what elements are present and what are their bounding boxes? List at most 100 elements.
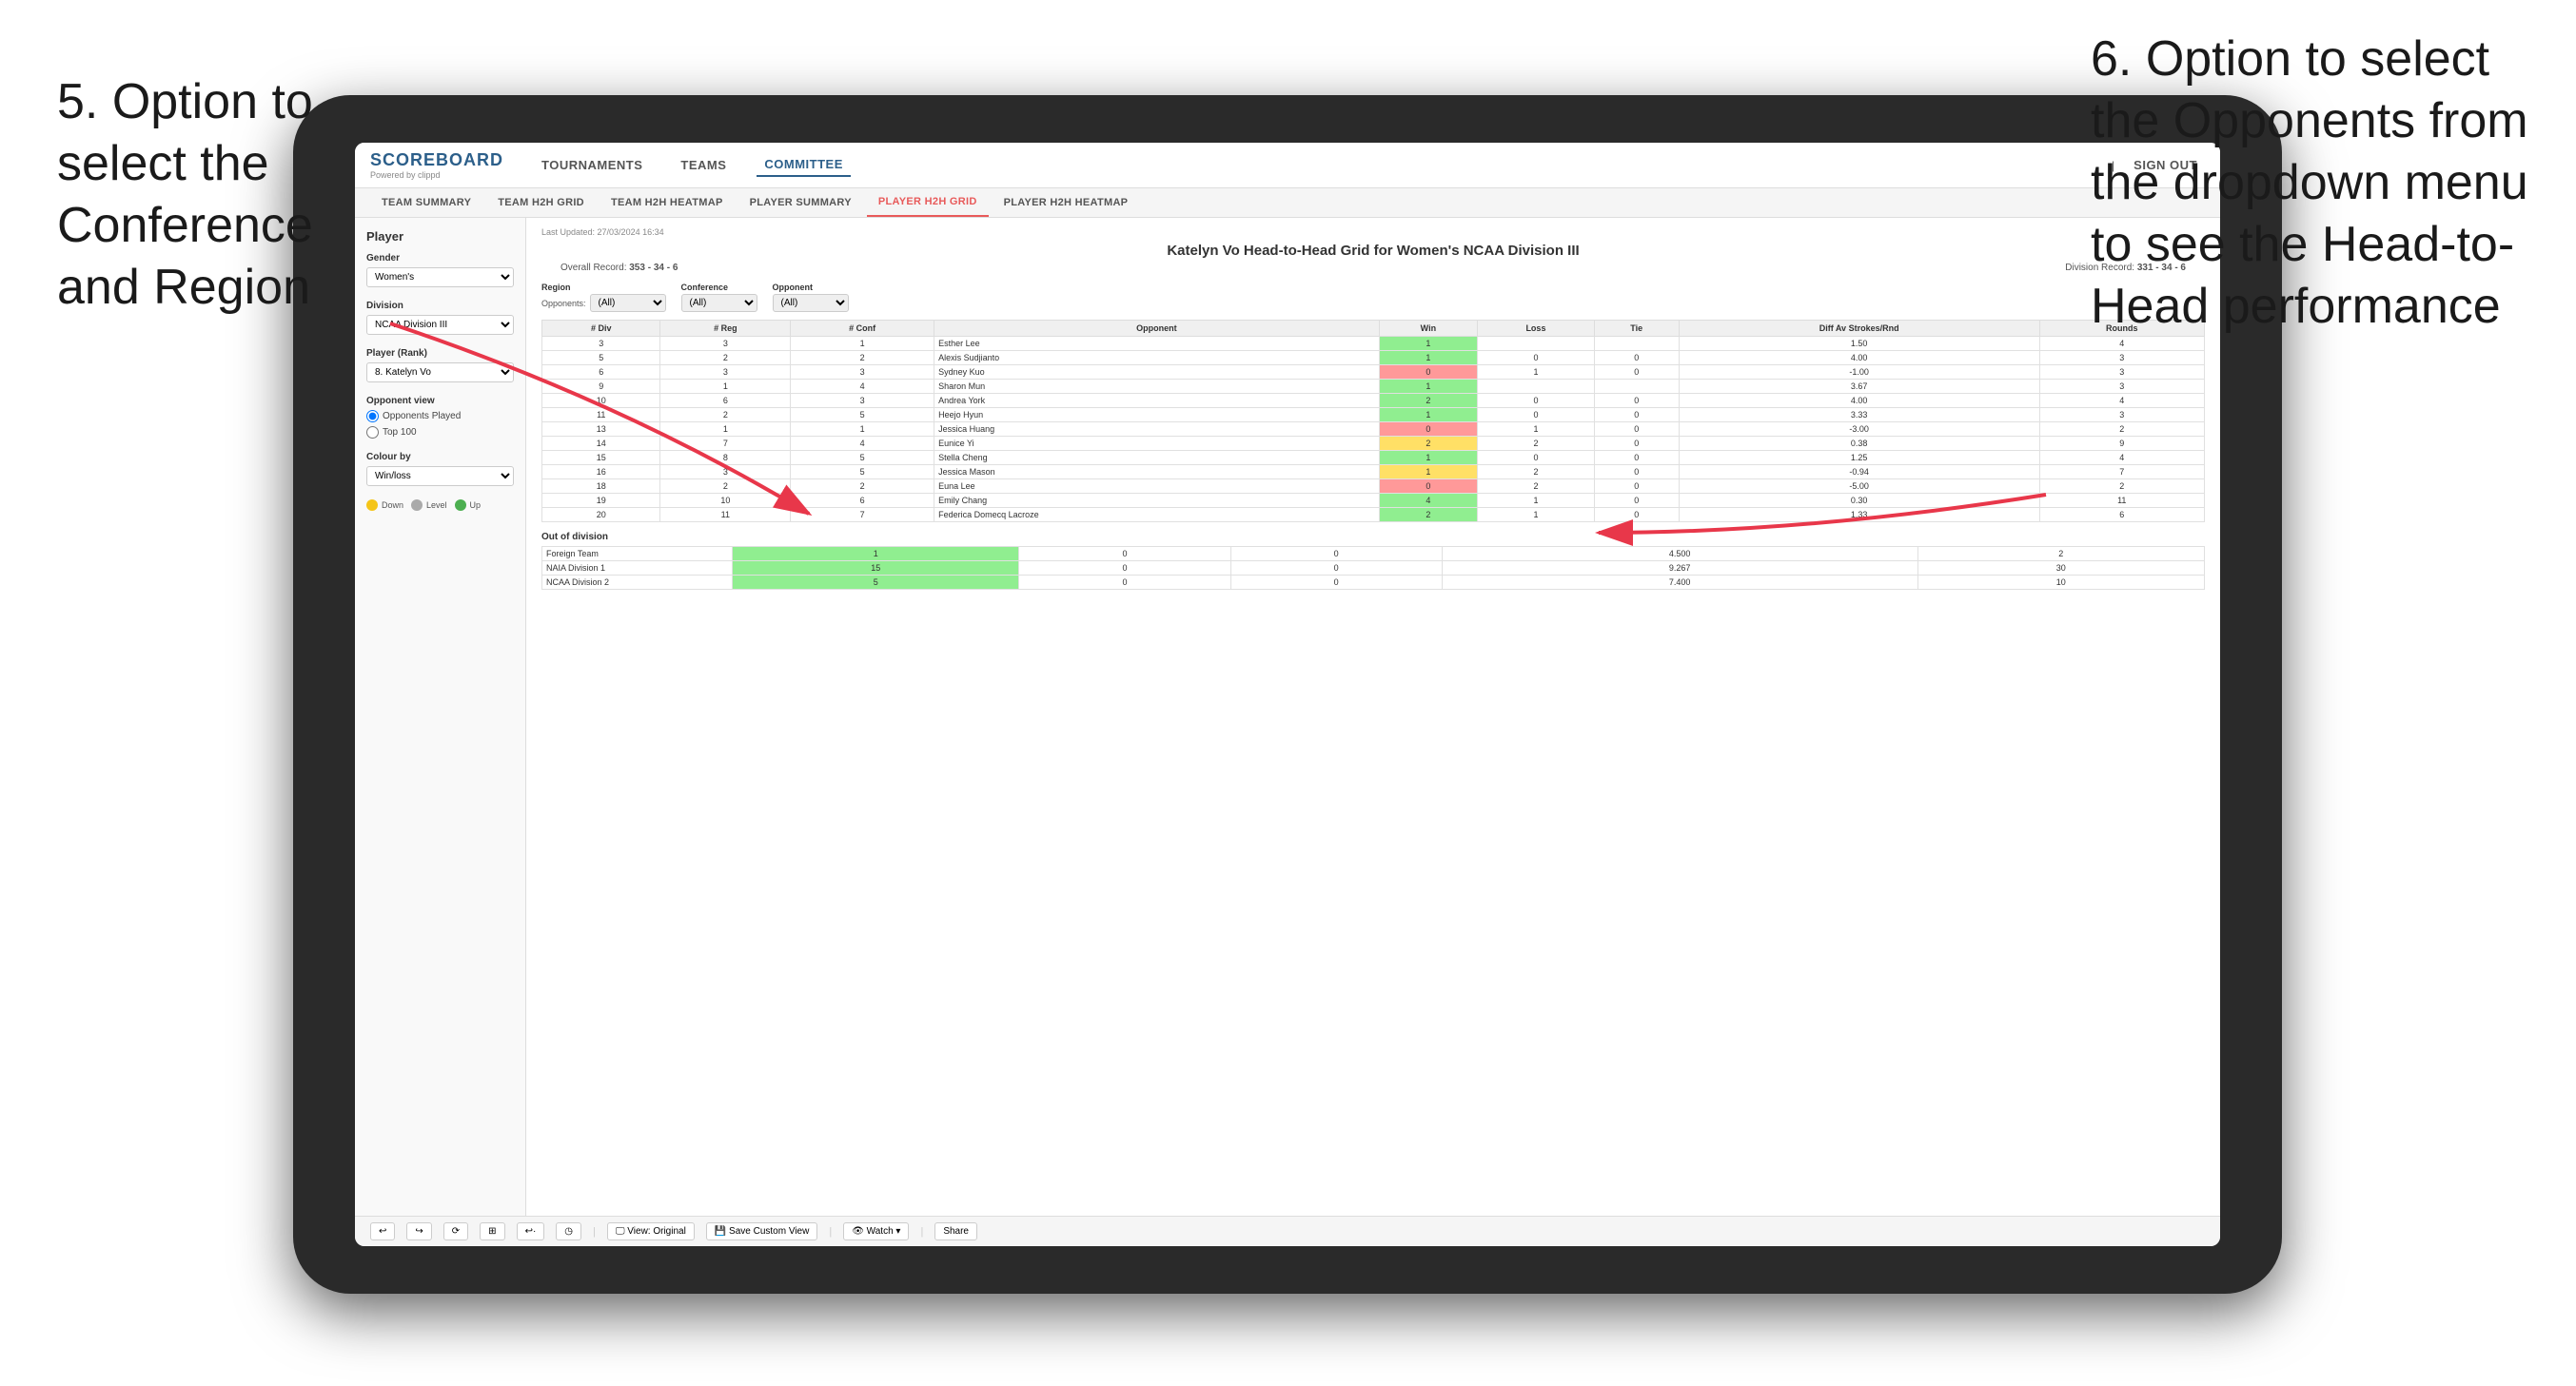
cell-rounds: 9 xyxy=(2039,437,2204,451)
cell-name: Alexis Sudjianto xyxy=(934,351,1379,365)
sidebar-player-section: Player (Rank) 8. Katelyn Vo xyxy=(366,348,514,382)
cell-conf: 7 xyxy=(791,508,934,522)
nav-tournaments[interactable]: TOURNAMENTS xyxy=(534,154,650,176)
cell-reg: 11 xyxy=(660,508,791,522)
legend-up-label: Up xyxy=(470,500,482,510)
cell-conf: 6 xyxy=(791,494,934,508)
save-custom-view-button[interactable]: 💾 Save Custom View xyxy=(706,1222,818,1240)
sidebar-player-label: Player (Rank) xyxy=(366,348,514,359)
cell-name: Federica Domecq Lacroze xyxy=(934,508,1379,522)
grid-button[interactable]: ⊞ xyxy=(480,1222,504,1240)
cell-loss xyxy=(1478,380,1594,394)
filter-region-select[interactable]: (All) xyxy=(590,294,666,312)
cell-win: 1 xyxy=(1379,465,1478,479)
sub-nav-player-summary[interactable]: PLAYER SUMMARY xyxy=(738,189,863,216)
page-title: Katelyn Vo Head-to-Head Grid for Women's… xyxy=(541,243,2205,259)
sidebar-player-select[interactable]: 8. Katelyn Vo xyxy=(366,362,514,382)
ood-cell-loss: 0 xyxy=(1019,547,1230,561)
sub-nav-team-h2h-heatmap[interactable]: TEAM H2H HEATMAP xyxy=(600,189,735,216)
sidebar-colour-select[interactable]: Win/loss xyxy=(366,466,514,486)
cell-name: Sharon Mun xyxy=(934,380,1379,394)
cell-win: 1 xyxy=(1379,351,1478,365)
annotation-right-text: 6. Option to select the Opponents from t… xyxy=(2091,31,2528,334)
ood-cell-win: 5 xyxy=(733,576,1019,590)
cell-conf: 3 xyxy=(791,365,934,380)
ood-cell-tie: 0 xyxy=(1230,547,1442,561)
cell-reg: 2 xyxy=(660,351,791,365)
cell-win: 2 xyxy=(1379,437,1478,451)
annotation-left-text: 5. Option to select the Conference and R… xyxy=(57,74,313,315)
back-button[interactable]: ↩· xyxy=(517,1222,545,1240)
overall-record-label: Overall Record: 353 - 34 - 6 xyxy=(560,263,678,273)
cell-conf: 3 xyxy=(791,394,934,408)
legend-down: Down xyxy=(366,499,403,511)
cell-diff: 4.00 xyxy=(1679,394,2039,408)
cell-diff: -5.00 xyxy=(1679,479,2039,494)
cell-name: Andrea York xyxy=(934,394,1379,408)
cell-win: 1 xyxy=(1379,408,1478,422)
overall-record-value: 353 - 34 - 6 xyxy=(629,263,678,273)
cell-loss: 2 xyxy=(1478,465,1594,479)
table-row: 18 2 2 Euna Lee 0 2 0 -5.00 2 xyxy=(542,479,2205,494)
dot-down xyxy=(366,499,378,511)
filter-row: Region Opponents: (All) Conference (All) xyxy=(541,283,2205,312)
cell-conf: 2 xyxy=(791,479,934,494)
toolbar-sep2: | xyxy=(829,1226,832,1238)
sub-nav-player-h2h-grid[interactable]: PLAYER H2H GRID xyxy=(867,188,989,217)
ood-cell-name: Foreign Team xyxy=(542,547,733,561)
cell-name: Sydney Kuo xyxy=(934,365,1379,380)
table-row: 9 1 4 Sharon Mun 1 3.67 3 xyxy=(542,380,2205,394)
cell-tie: 0 xyxy=(1594,365,1679,380)
cell-loss: 0 xyxy=(1478,394,1594,408)
nav-committee[interactable]: COMMITTEE xyxy=(757,153,851,177)
share-button[interactable]: Share xyxy=(934,1222,977,1240)
cell-reg: 6 xyxy=(660,394,791,408)
th-reg: # Reg xyxy=(660,321,791,337)
data-table: # Div # Reg # Conf Opponent Win Loss Tie… xyxy=(541,320,2205,522)
filter-region-group: Region Opponents: (All) xyxy=(541,283,666,312)
ood-table-row: NAIA Division 1 15 0 0 9.267 30 xyxy=(542,561,2205,576)
cell-rounds: 3 xyxy=(2039,380,2204,394)
sub-nav-team-h2h-grid[interactable]: TEAM H2H GRID xyxy=(486,189,596,216)
radio-top100[interactable]: Top 100 xyxy=(366,426,514,439)
sub-nav-player-h2h-heatmap[interactable]: PLAYER H2H HEATMAP xyxy=(993,189,1140,216)
filter-opponent-select[interactable]: (All) xyxy=(773,294,849,312)
refresh-button[interactable]: ⟳ xyxy=(443,1222,468,1240)
radio-label-opponents-played: Opponents Played xyxy=(383,411,461,421)
cell-reg: 3 xyxy=(660,365,791,380)
cell-name: Emily Chang xyxy=(934,494,1379,508)
cell-diff: 1.50 xyxy=(1679,337,2039,351)
cell-reg: 8 xyxy=(660,451,791,465)
redo-button[interactable]: ↪ xyxy=(406,1222,431,1240)
cell-div: 20 xyxy=(542,508,660,522)
ood-cell-diff: 4.500 xyxy=(1442,547,1917,561)
dot-level xyxy=(411,499,423,511)
cell-div: 11 xyxy=(542,408,660,422)
filter-conference-select[interactable]: (All) xyxy=(681,294,757,312)
cell-diff: 0.38 xyxy=(1679,437,2039,451)
ood-cell-win: 15 xyxy=(733,561,1019,576)
view-original-button[interactable]: 🖵 View: Original xyxy=(607,1222,695,1240)
clock-button[interactable]: ◷ xyxy=(556,1222,581,1240)
bottom-toolbar: ↩ ↪ ⟳ ⊞ ↩· ◷ | 🖵 View: Original 💾 Save C… xyxy=(355,1216,2220,1246)
watch-button[interactable]: 👁 Watch ▾ xyxy=(843,1222,909,1240)
ood-cell-rounds: 30 xyxy=(1917,561,2204,576)
filter-conference-group: Conference (All) xyxy=(681,283,757,312)
radio-opponents-played[interactable]: Opponents Played xyxy=(366,410,514,422)
tablet-screen: SCOREBOARD Powered by clippd TOURNAMENTS… xyxy=(355,143,2220,1246)
th-diff: Diff Av Strokes/Rnd xyxy=(1679,321,2039,337)
cell-conf: 1 xyxy=(791,337,934,351)
toolbar-sep1: | xyxy=(593,1226,596,1238)
cell-reg: 1 xyxy=(660,422,791,437)
ood-cell-name: NAIA Division 1 xyxy=(542,561,733,576)
cell-rounds: 4 xyxy=(2039,337,2204,351)
ood-cell-win: 1 xyxy=(733,547,1019,561)
toolbar-sep3: | xyxy=(920,1226,923,1238)
nav-teams[interactable]: TEAMS xyxy=(673,154,734,176)
undo-button[interactable]: ↩ xyxy=(370,1222,395,1240)
cell-win: 1 xyxy=(1379,380,1478,394)
table-row: 14 7 4 Eunice Yi 2 2 0 0.38 9 xyxy=(542,437,2205,451)
radio-label-top100: Top 100 xyxy=(383,427,417,438)
legend-down-label: Down xyxy=(382,500,403,510)
top-nav: SCOREBOARD Powered by clippd TOURNAMENTS… xyxy=(355,143,2220,188)
